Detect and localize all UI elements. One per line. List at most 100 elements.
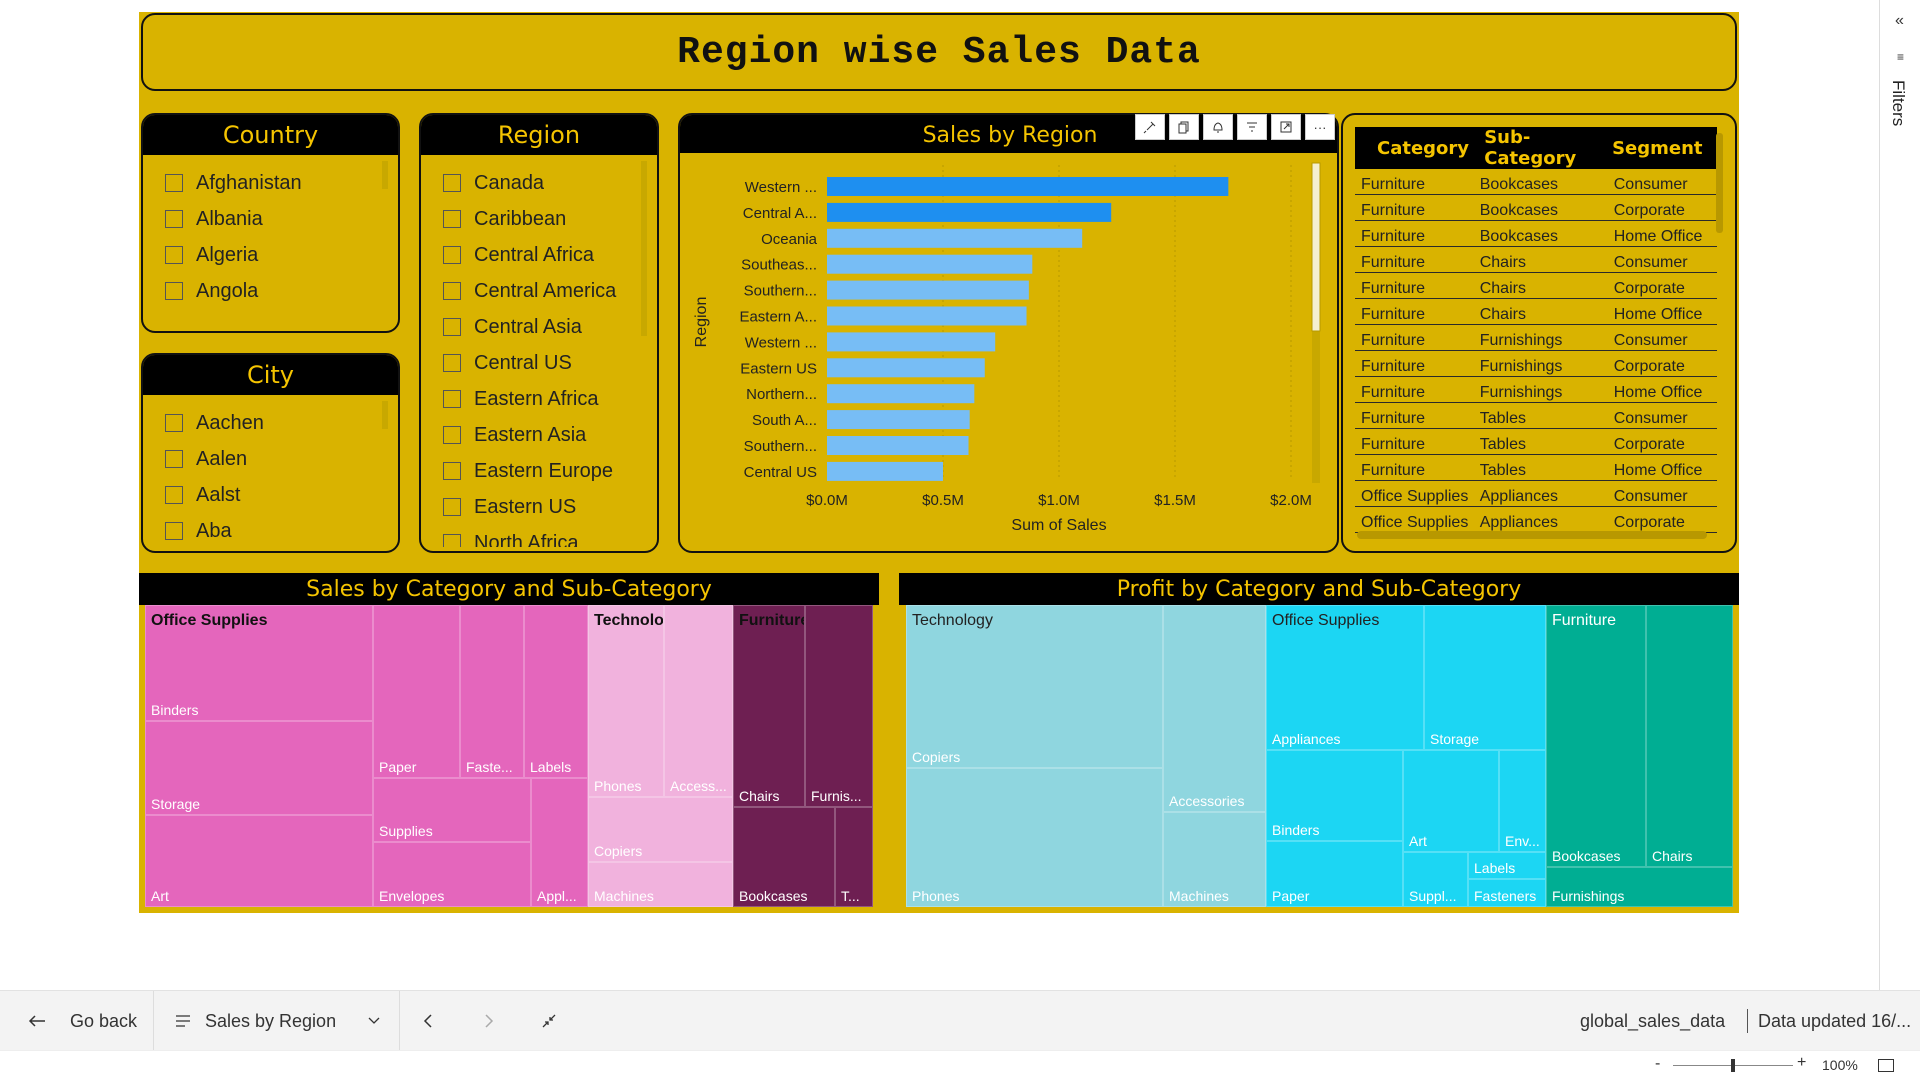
go-back-button[interactable]: Go back [28,991,137,1051]
tile-appliances[interactable]: Appl... [531,778,588,907]
bell-icon[interactable] [1203,114,1233,140]
header-segment[interactable]: Segment [1610,138,1717,159]
tile-paper[interactable]: Paper [373,605,460,778]
tile-envelopes[interactable]: Envelopes [373,842,531,907]
slicer-item[interactable]: Albania [165,201,398,237]
slicer-item[interactable]: Aba [165,513,398,549]
bar[interactable] [827,436,969,455]
checkbox[interactable] [165,486,183,504]
checkbox[interactable] [443,174,461,192]
header-category[interactable]: Category [1355,138,1476,159]
slicer-item[interactable]: Eastern Africa [443,381,657,417]
bar[interactable] [827,202,1112,222]
collapse-icon[interactable]: « [1895,12,1904,30]
region-slicer-scrollbar[interactable] [641,161,647,336]
tile-machines[interactable]: Machines [588,862,733,907]
previous-page-button[interactable] [423,991,433,1051]
tile-copiers[interactable]: Technology Copiers [906,605,1163,768]
tile-accessories[interactable]: Access... [664,605,733,797]
tile-supplies[interactable]: Suppl... [1403,852,1468,907]
bar[interactable] [827,177,1229,196]
bar[interactable] [827,332,996,352]
tile-chairs[interactable]: Chairs [1646,605,1733,867]
tile-accessories[interactable]: Accessories [1163,605,1266,812]
country-slicer-list[interactable]: Afghanistan Albania Algeria Angola [143,155,398,309]
checkbox[interactable] [165,414,183,432]
bar[interactable] [827,254,1033,274]
table-row[interactable]: Office Supplies Appliances Corporate [1355,507,1717,533]
tile-phones[interactable]: Phones [906,768,1163,907]
slicer-item[interactable]: Aachen [165,405,398,441]
checkbox[interactable] [165,282,183,300]
tile-labels[interactable]: Labels [1468,852,1546,879]
table-horizontal-scrollbar[interactable] [1357,531,1707,539]
tile-fasteners[interactable]: Fasteners [1468,879,1546,907]
bar[interactable] [827,228,1083,248]
tile-art[interactable]: Art [145,815,373,907]
tile-furnishings[interactable]: Furnis... [805,605,873,807]
pin-icon[interactable] [1135,114,1165,140]
slicer-item[interactable]: Eastern Asia [443,417,657,453]
tile-fasteners[interactable]: Faste... [460,605,524,778]
checkbox[interactable] [443,534,461,547]
checkbox[interactable] [165,450,183,468]
zoom-slider[interactable] [1673,1059,1793,1072]
table-row[interactable]: Furniture Furnishings Consumer [1355,325,1717,351]
slicer-item[interactable]: Aalen [165,441,398,477]
tile-appliances[interactable]: Office Supplies Appliances [1266,605,1424,750]
table-row[interactable]: Furniture Furnishings Corporate [1355,351,1717,377]
slicer-item[interactable]: North Africa [443,525,657,547]
city-slicer-scrollbar[interactable] [382,401,388,429]
slicer-item[interactable]: Aalst [165,477,398,513]
table-vertical-scrollbar[interactable] [1716,133,1723,233]
zoom-in-button[interactable]: + [1797,1054,1806,1072]
table-row[interactable]: Furniture Chairs Consumer [1355,247,1717,273]
checkbox[interactable] [165,174,183,192]
checkbox[interactable] [443,282,461,300]
focus-icon[interactable] [1271,114,1301,140]
tile-tables[interactable]: T... [835,807,873,907]
copy-icon[interactable] [1169,114,1199,140]
slicer-item[interactable]: Central Africa [443,237,657,273]
bar[interactable] [827,306,1027,326]
fit-to-page-icon[interactable] [1878,1059,1894,1072]
table-row[interactable]: Furniture Bookcases Consumer [1355,169,1717,195]
tile-paper[interactable]: Paper [1266,841,1403,907]
tile-binders[interactable]: Binders [1266,750,1403,841]
more-icon[interactable]: ··· [1305,114,1335,140]
table-row[interactable]: Office Supplies Appliances Consumer [1355,481,1717,507]
zoom-slider-thumb[interactable] [1731,1059,1735,1072]
bar[interactable] [827,358,985,378]
checkbox[interactable] [443,498,461,516]
page-selector[interactable]: Sales by Region [175,991,380,1051]
slicer-item[interactable]: Eastern US [443,489,657,525]
dataset-name[interactable]: global_sales_data [1580,991,1725,1051]
table-row[interactable]: Furniture Chairs Corporate [1355,273,1717,299]
table-row[interactable]: Furniture Tables Corporate [1355,429,1717,455]
checkbox[interactable] [443,462,461,480]
checkbox[interactable] [443,426,461,444]
country-slicer-scrollbar[interactable] [382,161,388,189]
checkbox[interactable] [443,246,461,264]
sales-treemap[interactable]: Office Supplies Binders Storage Art Paper… [145,605,873,907]
tile-furnishings[interactable]: Furnishings [1546,867,1733,907]
slicer-item[interactable]: Central US [443,345,657,381]
slicer-item[interactable]: Canada [443,165,657,201]
region-slicer-list[interactable]: Canada Caribbean Central Africa Central … [421,155,657,547]
slicer-item[interactable]: Algeria [165,237,398,273]
checkbox[interactable] [443,354,461,372]
slicer-item[interactable]: Central America [443,273,657,309]
checkbox[interactable] [165,210,183,228]
next-page-button[interactable] [484,991,494,1051]
filters-pane[interactable]: « ≡ Filters [1879,0,1920,990]
table-row[interactable]: Furniture Bookcases Home Office [1355,221,1717,247]
sales-by-region-chart[interactable]: Sales by Region $0.0M $0.5M $1.0M $1.5M $2.0M… [678,113,1339,553]
checkbox[interactable] [165,522,183,540]
tile-storage[interactable]: Storage [145,721,373,815]
tile-storage[interactable]: Storage [1424,605,1546,750]
header-sub-category[interactable]: Sub-Category [1476,127,1610,169]
slicer-item[interactable]: Central Asia [443,309,657,345]
checkbox[interactable] [443,210,461,228]
tile-labels[interactable]: Labels [524,605,588,778]
slicer-item[interactable]: Caribbean [443,201,657,237]
